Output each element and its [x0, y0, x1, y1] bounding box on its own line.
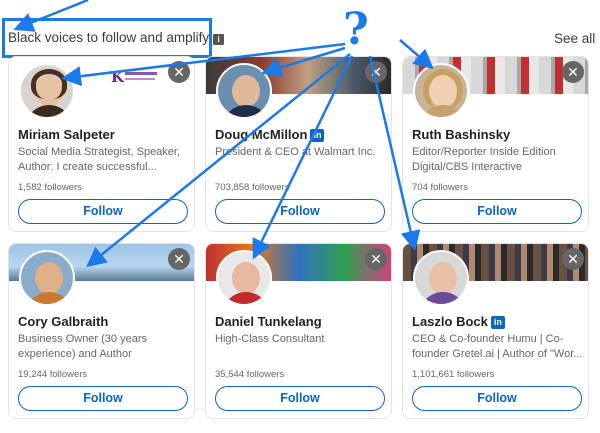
- followers-count: 1,101,661 followers: [412, 369, 495, 380]
- close-icon[interactable]: ✕: [168, 248, 190, 270]
- followers-count: 704 followers: [412, 182, 468, 193]
- close-icon[interactable]: ✕: [562, 61, 584, 83]
- close-icon[interactable]: ✕: [365, 61, 387, 83]
- profile-card: ✕ Doug McMillon in President & CEO at Wal…: [205, 56, 392, 232]
- profile-card: ✕ Ruth Bashinsky Editor/Reporter Inside …: [402, 56, 589, 232]
- profile-name-text[interactable]: Laszlo Bock: [412, 314, 488, 329]
- followers-count: 1,582 followers: [18, 182, 82, 193]
- company-logo: K: [109, 67, 159, 89]
- see-all-link[interactable]: See all: [554, 31, 595, 46]
- follow-button[interactable]: Follow: [412, 386, 582, 411]
- avatar[interactable]: [19, 250, 75, 306]
- avatar[interactable]: [413, 63, 469, 119]
- avatar[interactable]: [413, 250, 469, 306]
- profile-name[interactable]: Doug McMillon in: [215, 127, 325, 142]
- linkedin-icon: in: [490, 316, 505, 329]
- avatar[interactable]: [19, 63, 75, 119]
- profile-name[interactable]: Laszlo Bock in: [412, 314, 505, 329]
- close-icon[interactable]: ✕: [365, 248, 387, 270]
- follow-button[interactable]: Follow: [215, 199, 385, 224]
- profile-card: ✕ Laszlo Bock in CEO & Co-founder Humu | …: [402, 243, 589, 419]
- profile-card: ✕ Daniel Tunkelang High-Class Consultant…: [205, 243, 392, 419]
- profile-headline: High-Class Consultant: [215, 333, 325, 345]
- profile-headline: Editor/Reporter Inside Edition Digital/C…: [412, 146, 556, 173]
- close-icon[interactable]: ✕: [562, 248, 584, 270]
- profile-name[interactable]: Cory Galbraith: [18, 314, 108, 329]
- profile-card: ✕ Cory Galbraith Business Owner (30 year…: [8, 243, 195, 419]
- info-icon[interactable]: i: [213, 34, 225, 45]
- avatar[interactable]: [216, 250, 272, 306]
- profile-card: K ✕ Miriam Salpeter Social Media Strateg…: [8, 56, 195, 232]
- profile-name[interactable]: Ruth Bashinsky: [412, 127, 510, 142]
- avatar[interactable]: [216, 63, 272, 119]
- follow-button[interactable]: Follow: [18, 199, 188, 224]
- svg-text:K: K: [111, 68, 125, 86]
- followers-count: 19,244 followers: [18, 369, 88, 380]
- profile-headline: Social Media Strategist, Speaker, Author…: [18, 146, 181, 173]
- close-icon[interactable]: ✕: [168, 61, 190, 83]
- profile-headline: Business Owner (30 years experience) and…: [18, 333, 147, 360]
- profile-name-text[interactable]: Doug McMillon: [215, 127, 307, 142]
- profile-headline: CEO & Co-founder Humu | Co-founder Grete…: [412, 333, 583, 360]
- section-title: Black voices to follow and amplify i: [8, 30, 225, 45]
- profile-name[interactable]: Miriam Salpeter: [18, 127, 115, 142]
- linkedin-icon: in: [310, 129, 325, 142]
- follow-button[interactable]: Follow: [412, 199, 582, 224]
- follow-button[interactable]: Follow: [18, 386, 188, 411]
- profile-name[interactable]: Daniel Tunkelang: [215, 314, 322, 329]
- section-title-text: Black voices to follow and amplify: [8, 30, 210, 45]
- followers-count: 35,544 followers: [215, 369, 285, 380]
- profile-headline: President & CEO at Walmart Inc.: [215, 146, 376, 158]
- question-mark-annotation: ?: [343, 4, 369, 55]
- follow-button[interactable]: Follow: [215, 386, 385, 411]
- followers-count: 703,858 followers: [215, 182, 290, 193]
